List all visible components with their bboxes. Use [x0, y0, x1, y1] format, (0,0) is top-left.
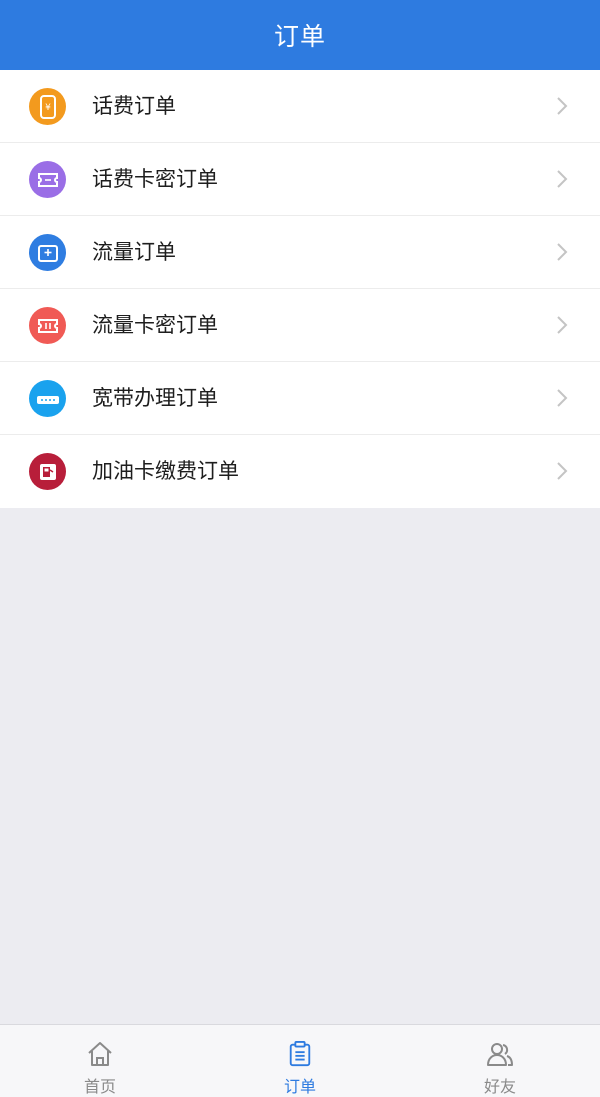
order-row-data-card[interactable]: 流量卡密订单 [0, 289, 600, 362]
order-row-broadband[interactable]: 宽带办理订单 [0, 362, 600, 435]
bottom-tab-bar: 首页 订单 好友 [0, 1024, 600, 1097]
tab-home[interactable]: 首页 [0, 1025, 200, 1097]
clipboard-icon [289, 1041, 311, 1067]
phone-bill-icon: ¥ [29, 88, 66, 125]
app-screen: 订单 ¥ 话费订单 话费卡密订单 流量订单 流量卡密订单 宽带办理订单 加油卡缴… [0, 0, 600, 1097]
order-row-label: 宽带办理订单 [92, 386, 218, 410]
data-card-icon [29, 307, 66, 344]
header-bar: 订单 [0, 0, 600, 70]
router-icon [29, 380, 66, 417]
order-row-label: 话费订单 [92, 94, 176, 118]
order-row-label: 流量订单 [92, 240, 176, 264]
phone-card-icon [29, 161, 66, 198]
chevron-right-icon [557, 97, 568, 115]
home-icon [88, 1042, 112, 1066]
order-row-label: 话费卡密订单 [92, 167, 218, 191]
order-row-data-traffic[interactable]: 流量订单 [0, 216, 600, 289]
order-row-phone-card[interactable]: 话费卡密订单 [0, 143, 600, 216]
chevron-right-icon [557, 243, 568, 261]
chevron-right-icon [557, 389, 568, 407]
friends-icon [487, 1043, 513, 1066]
tab-friends[interactable]: 好友 [400, 1025, 600, 1097]
chevron-right-icon [557, 462, 568, 480]
order-row-label: 流量卡密订单 [92, 313, 218, 337]
chevron-right-icon [557, 170, 568, 188]
tab-label: 订单 [283, 1077, 316, 1096]
order-category-list: ¥ 话费订单 话费卡密订单 流量订单 流量卡密订单 宽带办理订单 加油卡缴费订单 [0, 70, 600, 508]
page-title: 订单 [273, 22, 326, 51]
fuel-card-icon [29, 453, 66, 490]
order-row-label: 加油卡缴费订单 [92, 459, 239, 483]
chevron-right-icon [557, 316, 568, 334]
order-row-fuel-card[interactable]: 加油卡缴费订单 [0, 435, 600, 508]
tab-label: 首页 [83, 1077, 116, 1096]
tab-label: 好友 [483, 1077, 516, 1096]
tab-orders[interactable]: 订单 [200, 1025, 400, 1097]
svg-text:¥: ¥ [45, 103, 51, 113]
order-row-phone-bill[interactable]: ¥ 话费订单 [0, 70, 600, 143]
data-traffic-icon [29, 234, 66, 271]
